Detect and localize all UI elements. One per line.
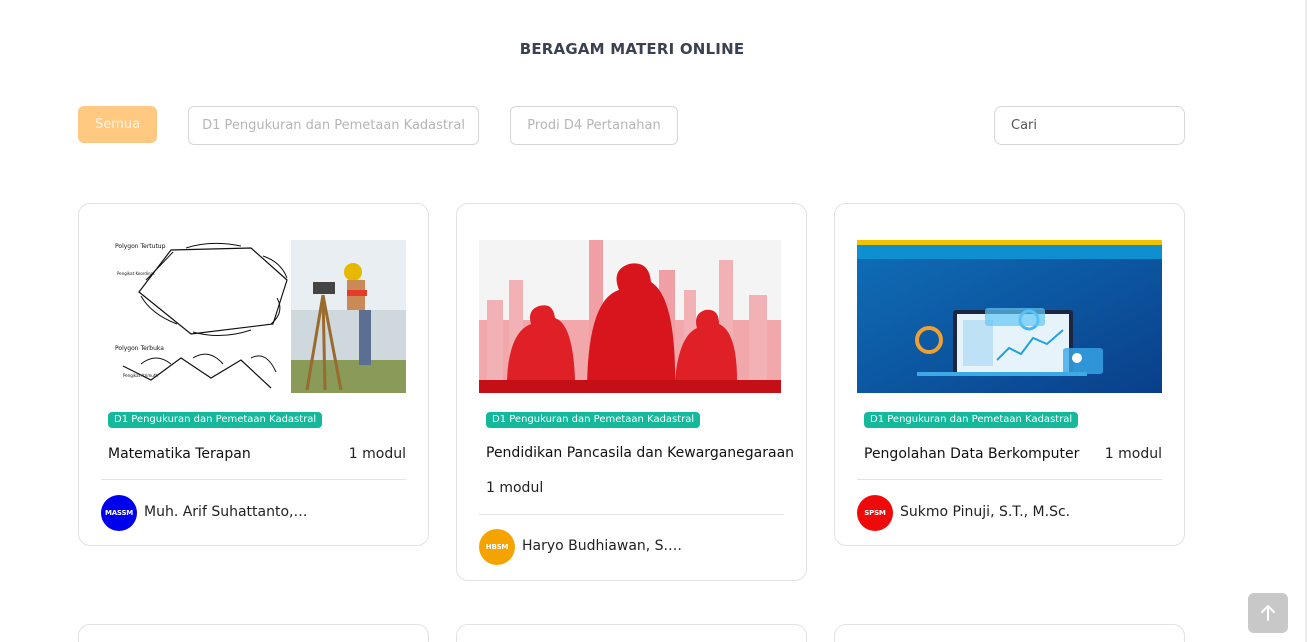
card-divider bbox=[479, 514, 784, 515]
scroll-to-top-button[interactable] bbox=[1248, 593, 1288, 633]
image-label-top-sub: Pengikat Koordinat bbox=[117, 271, 155, 276]
program-badge: D1 Pengukuran dan Pemetaan Kadastral bbox=[486, 412, 701, 428]
course-card[interactable]: D1 Pengukuran dan Pemetaan Kadastral Pen… bbox=[834, 203, 1185, 546]
page-title: BERAGAM MATERI ONLINE bbox=[519, 40, 745, 58]
filter-all-button[interactable]: Semua bbox=[78, 106, 157, 143]
course-thumbnail bbox=[857, 240, 1162, 393]
module-count: 1 modul bbox=[348, 446, 406, 462]
module-count: 1 modul bbox=[1104, 446, 1162, 462]
course-title[interactable]: Pendidikan Pancasila dan Kewarganegaraan bbox=[486, 445, 794, 461]
course-thumbnail: Polygon Tertutup Pengikat Koordinat Poly… bbox=[101, 240, 406, 393]
search-input[interactable] bbox=[994, 106, 1185, 145]
course-title[interactable]: Matematika Terapan bbox=[108, 446, 251, 462]
program-badge: D1 Pengukuran dan Pemetaan Kadastral bbox=[864, 412, 1079, 428]
course-card[interactable]: Polygon Tertutup Pengikat Koordinat Poly… bbox=[78, 203, 429, 546]
filter-program-d4-button[interactable]: Prodi D4 Pertanahan bbox=[510, 106, 678, 145]
instructor-name: Muh. Arif Suhattanto, S.... bbox=[144, 504, 309, 520]
filter-program-d1-button[interactable]: D1 Pengukuran dan Pemetaan Kadastral bbox=[188, 106, 479, 145]
instructor-name: Haryo Budhiawan, S.H., ... bbox=[522, 538, 687, 554]
image-label-bottom: Polygon Terbuka bbox=[115, 345, 164, 352]
avatar: SPSM bbox=[857, 495, 893, 531]
avatar: MASSM bbox=[101, 495, 137, 531]
avatar: HBSM bbox=[479, 529, 515, 565]
instructor-name: Sukmo Pinuji, S.T., M.Sc. bbox=[900, 504, 1071, 520]
course-title[interactable]: Pengolahan Data Berkomputer bbox=[864, 446, 1079, 462]
image-label-bottom-sub: Pengikat Azimuth bbox=[123, 373, 158, 378]
course-thumbnail bbox=[479, 240, 781, 393]
image-label-top: Polygon Tertutup bbox=[115, 243, 166, 250]
module-count: 1 modul bbox=[486, 480, 544, 496]
arrow-up-icon bbox=[1261, 605, 1275, 621]
course-card[interactable] bbox=[456, 624, 807, 642]
course-card[interactable] bbox=[834, 624, 1185, 642]
course-card[interactable]: D1 Pengukuran dan Pemetaan Kadastral Pen… bbox=[456, 203, 807, 581]
card-divider bbox=[857, 479, 1162, 480]
card-divider bbox=[101, 479, 406, 480]
program-badge: D1 Pengukuran dan Pemetaan Kadastral bbox=[108, 412, 323, 428]
course-card[interactable] bbox=[78, 624, 429, 642]
